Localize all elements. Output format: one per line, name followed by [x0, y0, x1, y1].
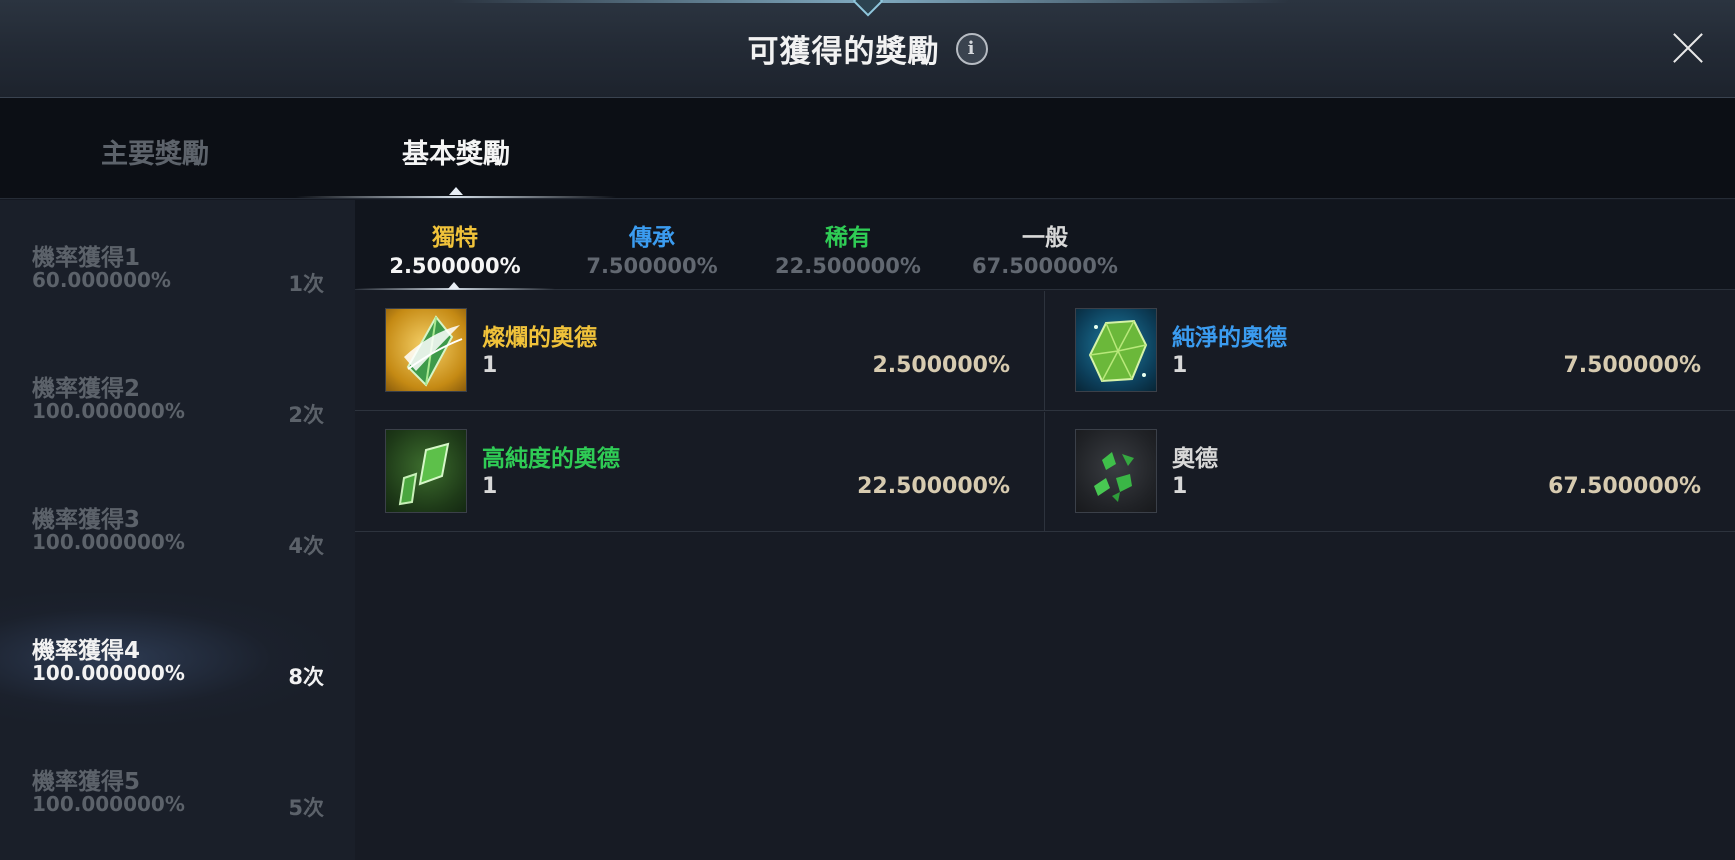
- reward-name: 純淨的奧德: [1172, 325, 1287, 351]
- ode-shards-icon: [1075, 429, 1157, 513]
- rarity-name: 稀有: [825, 225, 871, 251]
- sidebar-item-5[interactable]: 機率獲得5 100.000000% 5次: [0, 724, 355, 855]
- sidebar-item-label: 機率獲得1: [32, 245, 141, 271]
- sidebar-item-count: 1次: [288, 272, 324, 296]
- tab-rarity-legacy[interactable]: 傳承 7.500000%: [562, 218, 742, 278]
- sidebar-item-label: 機率獲得4: [32, 638, 141, 664]
- active-tab-underline: [296, 196, 616, 198]
- probability-sidebar: 機率獲得1 60.000000% 1次 機率獲得2 100.000000% 2次…: [0, 200, 355, 860]
- tab-rarity-unique[interactable]: 獨特 2.500000%: [365, 218, 545, 278]
- tab-rarity-common[interactable]: 一般 67.500000%: [955, 218, 1135, 278]
- rarity-name: 傳承: [629, 225, 675, 251]
- rewards-content: 獨特 2.500000% 傳承 7.500000% 稀有 22.500000% …: [355, 200, 1735, 860]
- sidebar-item-probability: 100.000000%: [32, 792, 185, 816]
- reward-quantity: 1: [482, 474, 498, 499]
- rarity-probability: 67.500000%: [972, 254, 1118, 278]
- tab-main-rewards[interactable]: 主要獎勵: [101, 132, 209, 171]
- tab-basic-rewards[interactable]: 基本獎勵: [402, 132, 510, 171]
- active-rarity-caret-icon: [448, 282, 460, 289]
- rarity-probability: 2.500000%: [389, 254, 521, 278]
- close-icon[interactable]: [1672, 32, 1704, 64]
- reward-item[interactable]: 高純度的奧德 1 22.500000%: [355, 412, 1045, 532]
- main-tab-bar: 主要獎勵 基本獎勵: [0, 98, 1735, 199]
- sidebar-item-count: 2次: [288, 403, 324, 427]
- sidebar-item-probability: 100.000000%: [32, 661, 185, 685]
- sidebar-item-1[interactable]: 機率獲得1 60.000000% 1次: [0, 200, 355, 331]
- header-ornament-icon: [852, 0, 884, 17]
- rewards-window: 可獲得的獎勵 i 主要獎勵 基本獎勵 機率獲得1 60.000000% 1次 機…: [0, 0, 1735, 860]
- reward-item[interactable]: 奧德 1 67.500000%: [1045, 412, 1735, 532]
- active-tab-caret-icon: [449, 187, 463, 195]
- sidebar-item-label: 機率獲得3: [32, 507, 141, 533]
- window-title: 可獲得的獎勵: [747, 34, 940, 70]
- sidebar-item-count: 4次: [288, 534, 324, 558]
- reward-probability: 67.500000%: [1548, 474, 1701, 499]
- rarity-name: 獨特: [432, 225, 478, 251]
- sidebar-item-probability: 100.000000%: [32, 399, 185, 423]
- reward-item[interactable]: 純淨的奧德 1 7.500000%: [1045, 291, 1735, 411]
- header-bar: 可獲得的獎勵 i: [0, 0, 1735, 98]
- sidebar-item-count: 5次: [288, 796, 324, 820]
- sidebar-item-4[interactable]: 機率獲得4 100.000000% 8次: [0, 593, 355, 724]
- pure-ode-gem-icon: [1075, 308, 1157, 392]
- brilliant-ode-gem-icon: [385, 308, 467, 392]
- sidebar-item-2[interactable]: 機率獲得2 100.000000% 2次: [0, 331, 355, 462]
- reward-name: 奧德: [1172, 446, 1218, 472]
- sidebar-item-3[interactable]: 機率獲得3 100.000000% 4次: [0, 462, 355, 593]
- reward-quantity: 1: [482, 353, 498, 378]
- reward-name: 高純度的奧德: [482, 446, 620, 472]
- reward-probability: 2.500000%: [872, 353, 1010, 378]
- sidebar-item-label: 機率獲得2: [32, 376, 141, 402]
- rarity-probability: 22.500000%: [775, 254, 921, 278]
- sidebar-item-count: 8次: [288, 665, 324, 689]
- rarity-name: 一般: [1022, 225, 1068, 251]
- reward-item[interactable]: 燦爛的奧德 1 2.500000%: [355, 291, 1045, 411]
- tab-rarity-rare[interactable]: 稀有 22.500000%: [758, 218, 938, 278]
- reward-probability: 7.500000%: [1563, 353, 1701, 378]
- reward-quantity: 1: [1172, 474, 1188, 499]
- high-purity-ode-gem-icon: [385, 429, 467, 513]
- rarity-tab-bar: 獨特 2.500000% 傳承 7.500000% 稀有 22.500000% …: [355, 200, 1735, 290]
- reward-probability: 22.500000%: [857, 474, 1010, 499]
- reward-quantity: 1: [1172, 353, 1188, 378]
- info-icon[interactable]: i: [955, 32, 988, 65]
- sidebar-item-probability: 100.000000%: [32, 530, 185, 554]
- sidebar-item-probability: 60.000000%: [32, 268, 171, 292]
- rarity-probability: 7.500000%: [586, 254, 718, 278]
- reward-name: 燦爛的奧德: [482, 325, 597, 351]
- sidebar-item-label: 機率獲得5: [32, 769, 141, 795]
